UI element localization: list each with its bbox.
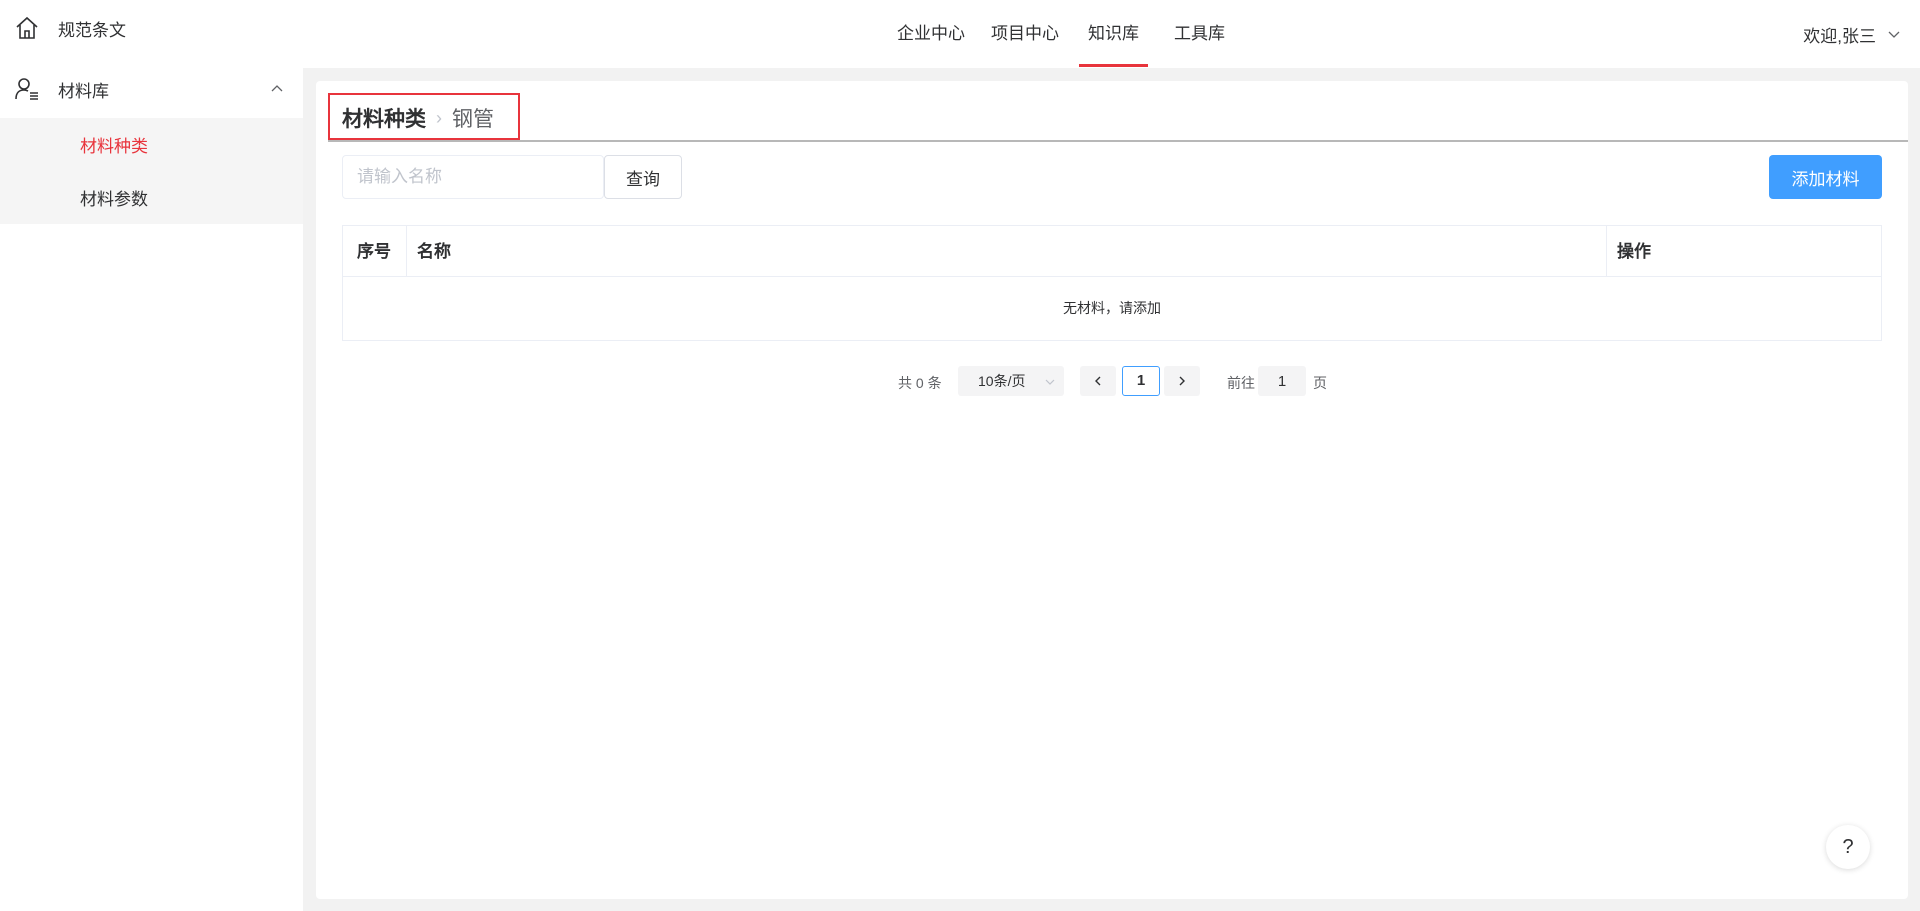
user-menu[interactable]: 欢迎,张三 <box>1803 0 1902 68</box>
sidebar: 规范条文 材料库 材料种类 材料参数 <box>0 0 303 911</box>
page-number-current[interactable]: 1 <box>1122 366 1160 396</box>
breadcrumb: 材料种类 › 钢管 <box>342 103 494 133</box>
welcome-text: 欢迎,张三 <box>1803 26 1876 46</box>
sidebar-item-standards[interactable]: 规范条文 <box>0 0 303 56</box>
main-panel: 材料种类 › 钢管 查询 添加材料 序号 名称 操作 无材料，请添加 共 0 条… <box>316 81 1908 899</box>
page-size-value: 10条/页 <box>978 373 1026 389</box>
sidebar-subitem-label: 材料参数 <box>80 190 148 209</box>
next-page-button[interactable] <box>1164 366 1200 396</box>
materials-table: 序号 名称 操作 无材料，请添加 <box>342 225 1882 341</box>
sidebar-subitem-material-types[interactable]: 材料种类 <box>0 118 303 171</box>
page-size-select[interactable]: 10条/页 <box>958 366 1064 396</box>
pagination: 共 0 条 10条/页 1 前往 页 <box>316 366 1908 398</box>
chevron-right-icon <box>1179 376 1185 386</box>
column-header-name: 名称 <box>417 242 451 261</box>
breadcrumb-current: 钢管 <box>452 108 494 131</box>
chevron-up-icon <box>271 85 283 92</box>
sidebar-item-label: 材料库 <box>58 81 109 101</box>
tab-project-center[interactable]: 项目中心 <box>991 0 1059 68</box>
sidebar-subitem-label: 材料种类 <box>80 137 148 156</box>
divider <box>328 140 1908 142</box>
page-suffix: 页 <box>1313 375 1327 391</box>
chevron-left-icon <box>1095 376 1101 386</box>
column-header-index: 序号 <box>343 226 407 277</box>
breadcrumb-root[interactable]: 材料种类 <box>342 103 426 133</box>
tab-knowledge-base[interactable]: 知识库 <box>1079 0 1148 68</box>
add-material-button[interactable]: 添加材料 <box>1769 155 1882 199</box>
query-button[interactable]: 查询 <box>604 155 682 199</box>
tab-tool-library[interactable]: 工具库 <box>1174 0 1225 68</box>
column-header-actions: 操作 <box>1606 226 1883 277</box>
tab-enterprise-center[interactable]: 企业中心 <box>897 0 965 68</box>
goto-page-input[interactable] <box>1258 366 1306 396</box>
table-header: 序号 名称 操作 <box>343 226 1881 277</box>
table-empty-text: 无材料，请添加 <box>1063 300 1161 316</box>
search-input[interactable] <box>342 155 604 199</box>
sidebar-item-materials[interactable]: 材料库 <box>0 61 303 117</box>
help-button[interactable]: ? <box>1826 825 1870 869</box>
prev-page-button[interactable] <box>1080 366 1116 396</box>
home-icon <box>16 16 38 39</box>
sidebar-submenu: 材料种类 材料参数 <box>0 118 303 224</box>
sidebar-item-label: 规范条文 <box>58 20 126 40</box>
chevron-down-icon <box>1888 31 1900 38</box>
chevron-down-icon <box>1045 379 1055 385</box>
top-nav: 企业中心 项目中心 知识库 工具库 欢迎,张三 <box>303 0 1920 68</box>
user-list-icon <box>15 78 38 100</box>
sidebar-subitem-material-params[interactable]: 材料参数 <box>0 171 303 224</box>
breadcrumb-separator: › <box>436 107 442 128</box>
pagination-total: 共 0 条 <box>898 375 942 391</box>
goto-label: 前往 <box>1227 375 1255 391</box>
